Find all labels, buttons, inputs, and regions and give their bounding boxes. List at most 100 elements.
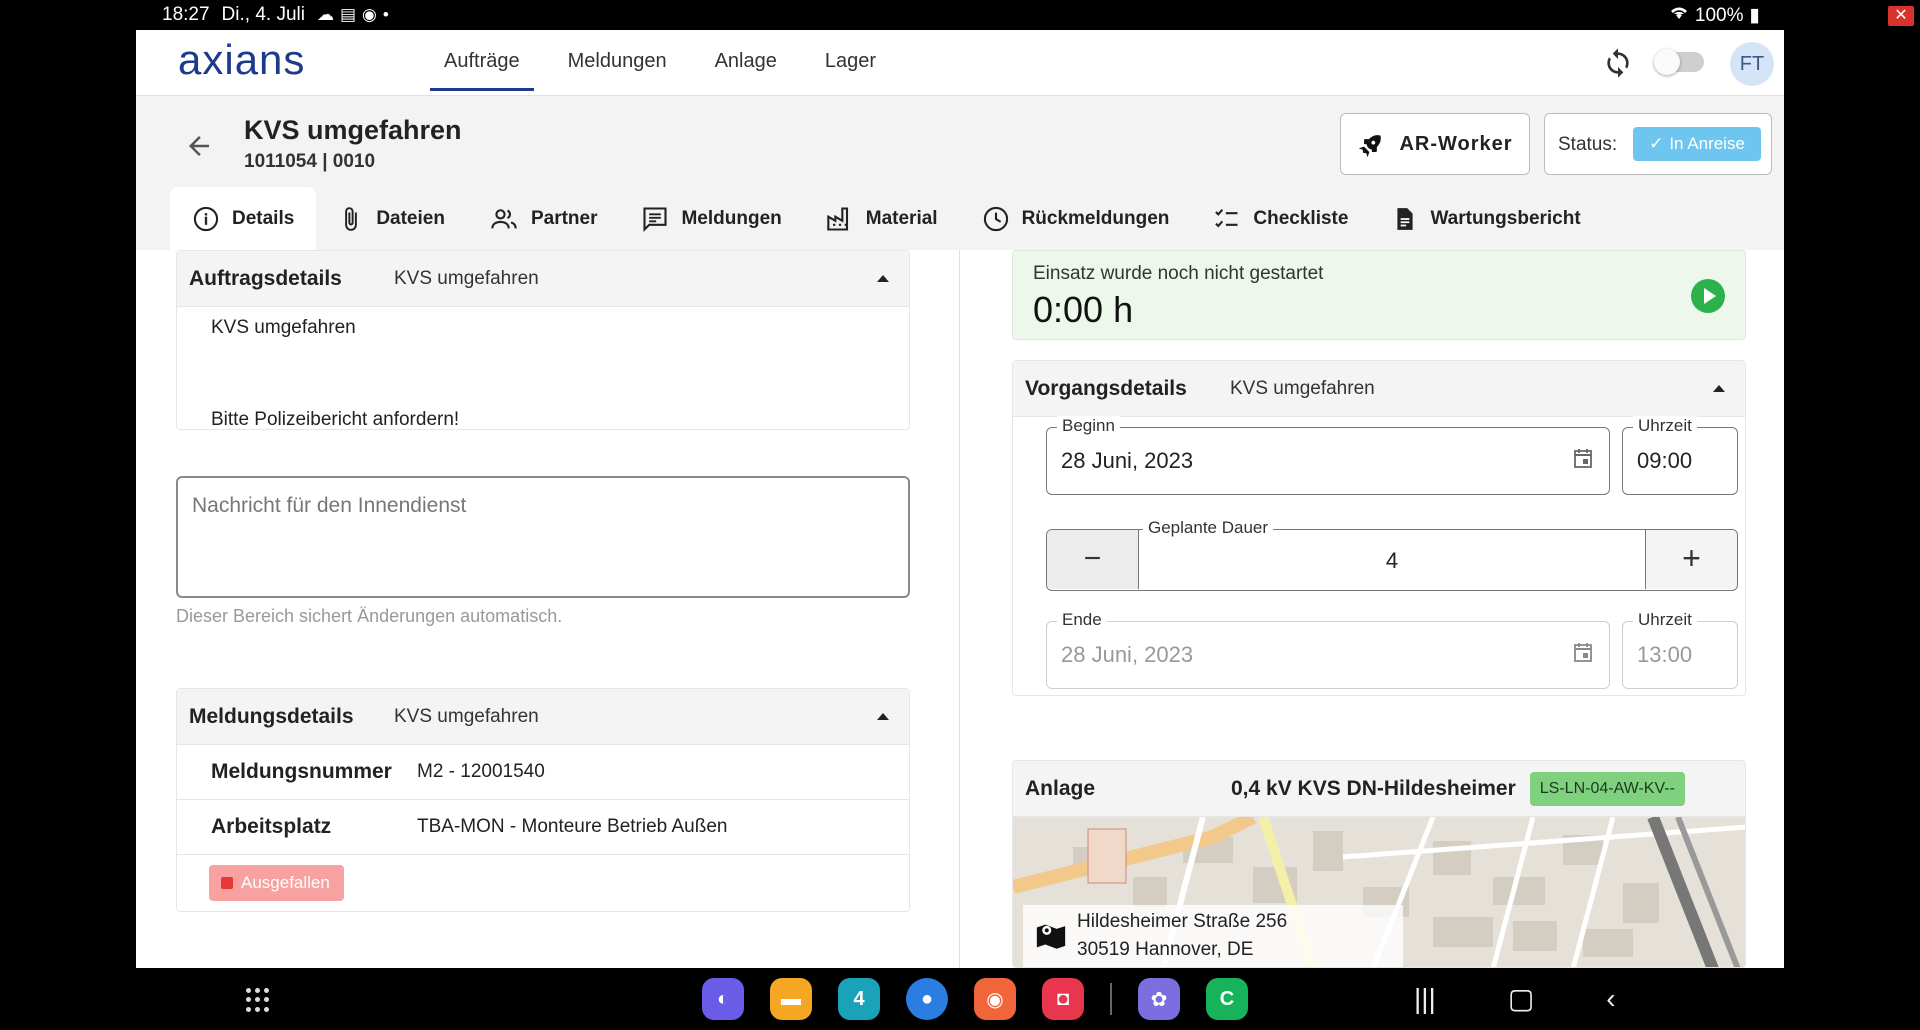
top-app-bar: axians Aufträge Meldungen Anlage Lager F… <box>136 30 1784 96</box>
nav-auftraege[interactable]: Aufträge <box>430 30 534 96</box>
details-content: Auftragsdetails KVS umgefahren KVS umgef… <box>136 250 1784 968</box>
factory-icon <box>827 206 848 231</box>
tab-partner[interactable]: Partner <box>467 187 620 250</box>
row-value: M2 - 12001540 <box>417 761 545 782</box>
panel-subtitle: KVS umgefahren <box>394 705 539 727</box>
page-title: KVS umgefahren <box>244 115 462 145</box>
address-city: 30519 Hannover, DE <box>1077 939 1254 960</box>
anlage-code-badge[interactable]: LS-LN-04-AW-KV-- <box>1529 771 1685 806</box>
status-box[interactable]: Status: ✓ In Anreise <box>1544 113 1772 175</box>
calendar-icon[interactable]: 4 <box>838 978 880 1020</box>
checklist-icon <box>1215 208 1238 228</box>
meldungsdetails-header[interactable]: Meldungsdetails KVS umgefahren <box>177 689 909 745</box>
location-map[interactable]: Hildesheimer Straße 256 30519 Hannover, … <box>1013 810 1745 967</box>
order-number: 1011054 | 0010 <box>244 151 376 172</box>
app-dock: ◐ ▬ 4 ● ◉ ◘ ✿ C <box>702 978 1248 1020</box>
status-badge[interactable]: ✓ In Anreise <box>1633 127 1761 161</box>
toggle-knob <box>1654 49 1680 75</box>
tab-label: Material <box>865 207 938 229</box>
news-icon: ▤ <box>339 5 357 24</box>
message-icon <box>643 206 668 232</box>
vorgangsdetails-header[interactable]: Vorgangsdetails KVS umgefahren <box>1013 361 1745 417</box>
nav-lager[interactable]: Lager <box>811 30 890 96</box>
collapse-caret-icon[interactable] <box>877 275 889 282</box>
battery-icon: ▮ <box>1749 5 1760 26</box>
row-key: Meldungsnummer <box>211 760 392 783</box>
people-icon <box>491 208 517 228</box>
message-input[interactable] <box>178 478 908 596</box>
auftrag-text-line1: KVS umgefahren <box>211 317 356 338</box>
begin-date-field[interactable]: Beginn 28 Juni, 2023 <box>1046 416 1610 495</box>
badge-row: Ausgefallen <box>177 855 909 910</box>
status-bar: 18:27 Di., 4. Juli ☁ ▤ ◉ • 100% ▮ ✕ <box>0 0 1920 30</box>
sync-status-icon: ◉ <box>362 5 377 24</box>
tab-wartungsbericht[interactable]: Wartungsbericht <box>1370 187 1602 250</box>
app-window: axians Aufträge Meldungen Anlage Lager F… <box>136 30 1784 968</box>
tab-rueckmeldungen[interactable]: Rückmeldungen <box>960 187 1192 250</box>
axians-logo[interactable]: axians <box>176 36 356 89</box>
calendar-icon[interactable] <box>1571 446 1595 470</box>
ar-worker-button[interactable]: AR-Worker <box>1340 113 1530 175</box>
messages-icon[interactable]: ● <box>906 978 948 1020</box>
app-drawer-icon[interactable] <box>246 988 270 1012</box>
tab-material[interactable]: Material <box>804 187 960 250</box>
home-icon[interactable]: ▢ <box>1508 982 1534 1015</box>
wifi-icon <box>1669 5 1689 27</box>
duration-value[interactable]: 4 <box>1139 548 1645 574</box>
meldungsnummer-row: Meldungsnummer M2 - 12001540 <box>177 745 909 800</box>
message-field[interactable] <box>176 476 910 598</box>
collapse-caret-icon[interactable] <box>877 713 889 720</box>
check-icon: ✓ <box>1649 134 1664 153</box>
main-nav: Aufträge Meldungen Anlage Lager <box>430 30 910 96</box>
end-date-value: 28 Juni, 2023 <box>1061 642 1194 667</box>
avatar[interactable]: FT <box>1730 42 1774 86</box>
status-date: Di., 4. Juli <box>221 4 305 25</box>
einsatz-timer-panel: Einsatz wurde noch nicht gestartet 0:00 … <box>1012 250 1746 340</box>
paperclip-icon <box>345 206 358 231</box>
calendar-icon <box>1574 643 1592 662</box>
internet-icon[interactable]: ◐ <box>702 978 744 1020</box>
close-icon[interactable]: ✕ <box>1888 6 1914 26</box>
column-divider <box>959 250 960 968</box>
auftrag-text-line2: Bitte Polizeibericht anfordern! <box>211 409 460 430</box>
end-time-value: 13:00 <box>1637 642 1693 667</box>
tab-label: Wartungsbericht <box>1430 207 1581 229</box>
recents-icon[interactable]: ||| <box>1414 983 1436 1015</box>
camera-icon[interactable]: ◘ <box>1042 978 1084 1020</box>
field-label: Ende <box>1057 610 1107 630</box>
duration-stepper[interactable]: − Geplante Dauer 4 + <box>1046 518 1738 591</box>
tab-meldungen[interactable]: Meldungen <box>619 187 803 250</box>
start-play-button[interactable] <box>1691 279 1725 313</box>
tab-checkliste[interactable]: Checkliste <box>1191 187 1370 250</box>
collapse-caret-icon[interactable] <box>1713 385 1725 392</box>
duration-minus-button[interactable]: − <box>1047 530 1139 589</box>
battery-level: 100% <box>1694 4 1744 26</box>
tab-details[interactable]: Details <box>170 187 317 250</box>
arbeitsplatz-row: Arbeitsplatz TBA-MON - Monteure Betrieb … <box>177 800 909 855</box>
tab-dateien[interactable]: Dateien <box>316 187 467 250</box>
back-icon[interactable]: ‹ <box>1606 983 1615 1015</box>
document-icon <box>1397 207 1414 230</box>
nav-anlage[interactable]: Anlage <box>701 30 791 96</box>
sync-icon[interactable] <box>1602 47 1634 79</box>
contacts-icon[interactable]: ◉ <box>974 978 1016 1020</box>
begin-time-field[interactable]: Uhrzeit 09:00 <box>1622 416 1738 495</box>
einsatz-time: 0:00 h <box>1033 289 1134 330</box>
back-arrow-icon[interactable] <box>184 131 214 161</box>
status-time: 18:27 <box>162 4 210 25</box>
address-street: Hildesheimer Straße 256 <box>1077 911 1288 932</box>
nav-meldungen[interactable]: Meldungen <box>554 30 681 96</box>
gallery-icon[interactable]: ✿ <box>1138 978 1180 1020</box>
row-value: TBA-MON - Monteure Betrieb Außen <box>417 816 728 837</box>
duration-plus-button[interactable]: + <box>1645 530 1737 589</box>
files-icon[interactable]: ▬ <box>770 978 812 1020</box>
status-dot-icon <box>221 876 233 889</box>
ar-worker-label: AR-Worker <box>1399 132 1513 155</box>
begin-time-value: 09:00 <box>1637 448 1693 473</box>
panel-title: Auftragsdetails <box>189 266 342 290</box>
mode-toggle[interactable] <box>1654 49 1704 75</box>
auftragsdetails-header[interactable]: Auftragsdetails KVS umgefahren <box>177 251 909 307</box>
panel-title: Anlage <box>1025 776 1096 800</box>
field-label: Geplante Dauer <box>1143 518 1274 538</box>
phone-icon[interactable]: C <box>1206 978 1248 1020</box>
